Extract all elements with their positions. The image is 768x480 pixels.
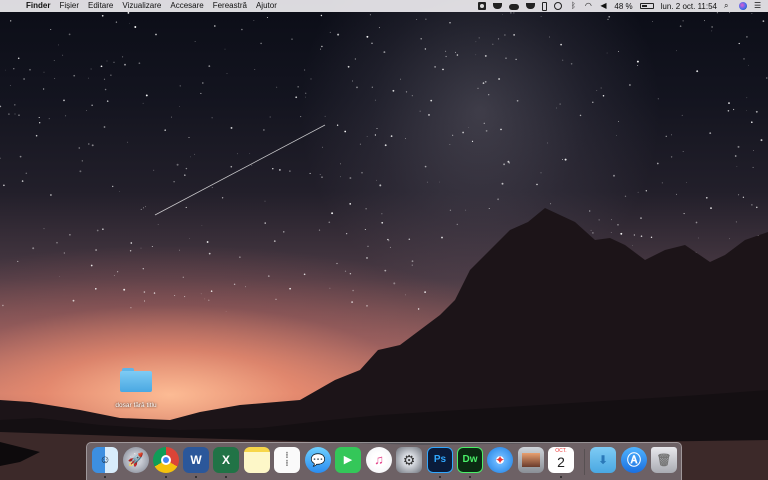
running-indicator-finder: [104, 476, 106, 478]
itunes-icon[interactable]: ♫: [366, 447, 392, 473]
launchpad-icon[interactable]: 🚀: [123, 447, 149, 473]
running-indicator-dreamweaver: [469, 476, 471, 478]
running-indicator-chrome: [165, 476, 167, 478]
system-preferences-icon[interactable]: ⚙: [396, 447, 422, 473]
mask-icon[interactable]: [526, 3, 536, 9]
camera-icon[interactable]: [478, 2, 487, 10]
battery-icon[interactable]: [639, 3, 654, 9]
siri-icon[interactable]: [739, 2, 747, 10]
menu-view[interactable]: Vizualizare: [122, 0, 161, 12]
trash-icon[interactable]: 🗑: [651, 447, 677, 473]
time-machine-icon[interactable]: [554, 2, 563, 10]
messages-icon[interactable]: 💬: [305, 447, 331, 473]
photoshop-icon[interactable]: Ps: [427, 447, 453, 473]
preview-icon[interactable]: [518, 447, 544, 473]
notes-icon[interactable]: [244, 447, 270, 473]
running-indicator-excel: [225, 476, 227, 478]
dock-separator: [584, 449, 585, 475]
volume-icon[interactable]: ◀: [599, 2, 607, 10]
running-indicator-word: [195, 476, 197, 478]
bluetooth-icon[interactable]: ᛒ: [569, 2, 577, 10]
menu-help[interactable]: Ajutor: [256, 0, 277, 12]
running-indicator-calendar: [560, 476, 562, 478]
cloud-icon[interactable]: [509, 4, 520, 10]
battery-percent[interactable]: 48 %: [614, 2, 632, 11]
word-icon[interactable]: W: [183, 447, 209, 473]
clock-datetime[interactable]: lun. 2 oct. 11:54: [661, 2, 717, 11]
facetime-icon[interactable]: ▶: [335, 447, 361, 473]
safari-icon[interactable]: ✦: [487, 447, 513, 473]
menu-finder[interactable]: Finder: [26, 0, 50, 12]
calendar-icon[interactable]: OCT. 2: [548, 447, 574, 473]
menu-bar: Finder Fișier Editare Vizualizare Accesa…: [0, 0, 768, 12]
notification-center-icon[interactable]: ☰: [754, 2, 762, 10]
menu-edit[interactable]: Editare: [88, 0, 113, 12]
desktop-folder-untitled[interactable]: dosar fără titlu: [108, 368, 164, 409]
menu-go[interactable]: Accesare: [170, 0, 203, 12]
phone-icon[interactable]: [542, 1, 548, 11]
status-area: ᛒ ◠ ◀ 48 % lun. 2 oct. 11:54 ⌕ ☰: [478, 0, 762, 12]
reminders-icon[interactable]: ⁝ ⁝: [274, 447, 300, 473]
search-icon[interactable]: ⌕: [724, 2, 732, 10]
dreamweaver-icon[interactable]: Dw: [457, 447, 483, 473]
menu-window[interactable]: Fereastră: [213, 0, 247, 12]
menu-file[interactable]: Fișier: [59, 0, 79, 12]
dock: ☺ 🚀 W X ⁝ ⁝ 💬 ▶ ♫ ⚙ Ps Dw ✦ OCT. 2 ⬇ Ⓐ 🗑: [86, 442, 682, 480]
app-store-icon[interactable]: Ⓐ: [621, 447, 647, 473]
excel-icon[interactable]: X: [213, 447, 239, 473]
running-indicator-photoshop: [439, 476, 441, 478]
finder-icon[interactable]: ☺: [92, 447, 118, 473]
downloads-folder-icon[interactable]: ⬇: [590, 447, 616, 473]
creative-cloud-icon[interactable]: [493, 3, 503, 9]
wifi-icon[interactable]: ◠: [584, 2, 592, 10]
folder-label: dosar fără titlu: [115, 402, 157, 409]
chrome-icon[interactable]: [153, 447, 179, 473]
folder-icon: [120, 368, 152, 392]
